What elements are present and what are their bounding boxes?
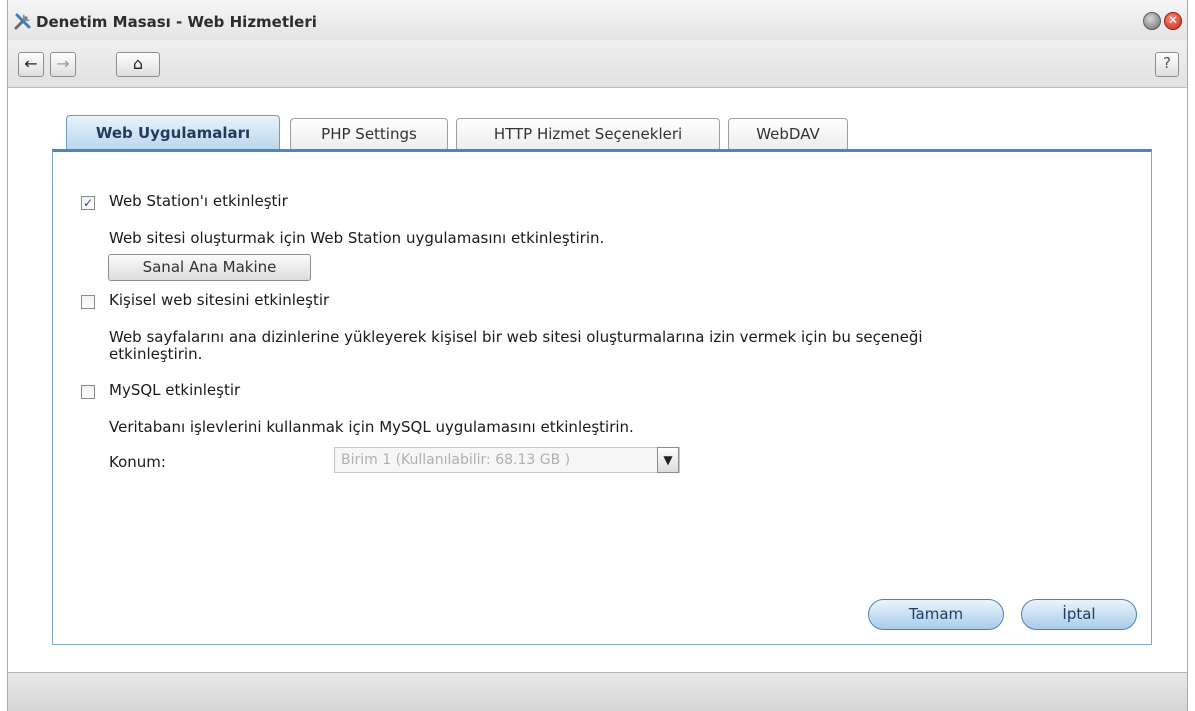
minimize-icon[interactable]	[1143, 12, 1161, 30]
location-value: Birim 1 (Kullanılabilir: 68.13 GB )	[341, 452, 571, 468]
personal-website-description-line1: Web sayfalarını ana dizinlerine yükleyer…	[109, 328, 923, 346]
virtual-host-button[interactable]: Sanal Ana Makine	[108, 254, 311, 281]
window-title: Denetim Masası - Web Hizmetleri	[36, 13, 317, 31]
tab-php-settings[interactable]: PHP Settings	[290, 118, 448, 151]
title-bar[interactable]: Denetim Masası - Web Hizmetleri ✕	[8, 0, 1187, 40]
web-station-label[interactable]: Web Station'ı etkinleştir	[109, 192, 288, 210]
cancel-button[interactable]: İptal	[1021, 599, 1137, 630]
control-panel-window: Denetim Masası - Web Hizmetleri ✕ ← → ⌂ …	[7, 0, 1188, 711]
web-station-description: Web sitesi oluşturmak için Web Station u…	[109, 229, 605, 247]
mysql-description: Veritabanı işlevlerini kullanmak için My…	[109, 418, 634, 436]
tab-panel: ✓ Web Station'ı etkinleştir Web sitesi o…	[52, 149, 1152, 645]
location-select[interactable]: Birim 1 (Kullanılabilir: 68.13 GB ) ▼	[334, 447, 680, 473]
back-button[interactable]: ←	[18, 52, 44, 77]
toolbar: ← → ⌂ ?	[8, 40, 1187, 88]
tab-web-applications[interactable]: Web Uygulamaları	[66, 115, 280, 151]
personal-website-checkbox[interactable]	[81, 295, 95, 309]
status-bar	[8, 672, 1187, 711]
tab-webdav[interactable]: WebDAV	[728, 118, 848, 151]
mysql-checkbox[interactable]	[81, 385, 95, 399]
personal-website-description-line2: etkinleştirin.	[109, 345, 203, 363]
content-area: Web Uygulamaları PHP Settings HTTP Hizme…	[8, 89, 1187, 672]
home-button[interactable]: ⌂	[116, 52, 160, 77]
tab-http-service-options[interactable]: HTTP Hizmet Seçenekleri	[456, 118, 720, 151]
web-station-checkbox[interactable]: ✓	[81, 196, 95, 210]
personal-website-label[interactable]: Kişisel web sitesini etkinleştir	[109, 291, 329, 309]
ok-button[interactable]: Tamam	[868, 599, 1004, 630]
tools-icon	[14, 13, 31, 30]
help-button[interactable]: ?	[1155, 52, 1179, 77]
close-icon[interactable]: ✕	[1164, 12, 1182, 30]
forward-button[interactable]: →	[50, 52, 76, 77]
location-label: Konum:	[109, 453, 166, 471]
mysql-label[interactable]: MySQL etkinleştir	[109, 381, 240, 399]
chevron-down-icon[interactable]: ▼	[657, 447, 679, 473]
